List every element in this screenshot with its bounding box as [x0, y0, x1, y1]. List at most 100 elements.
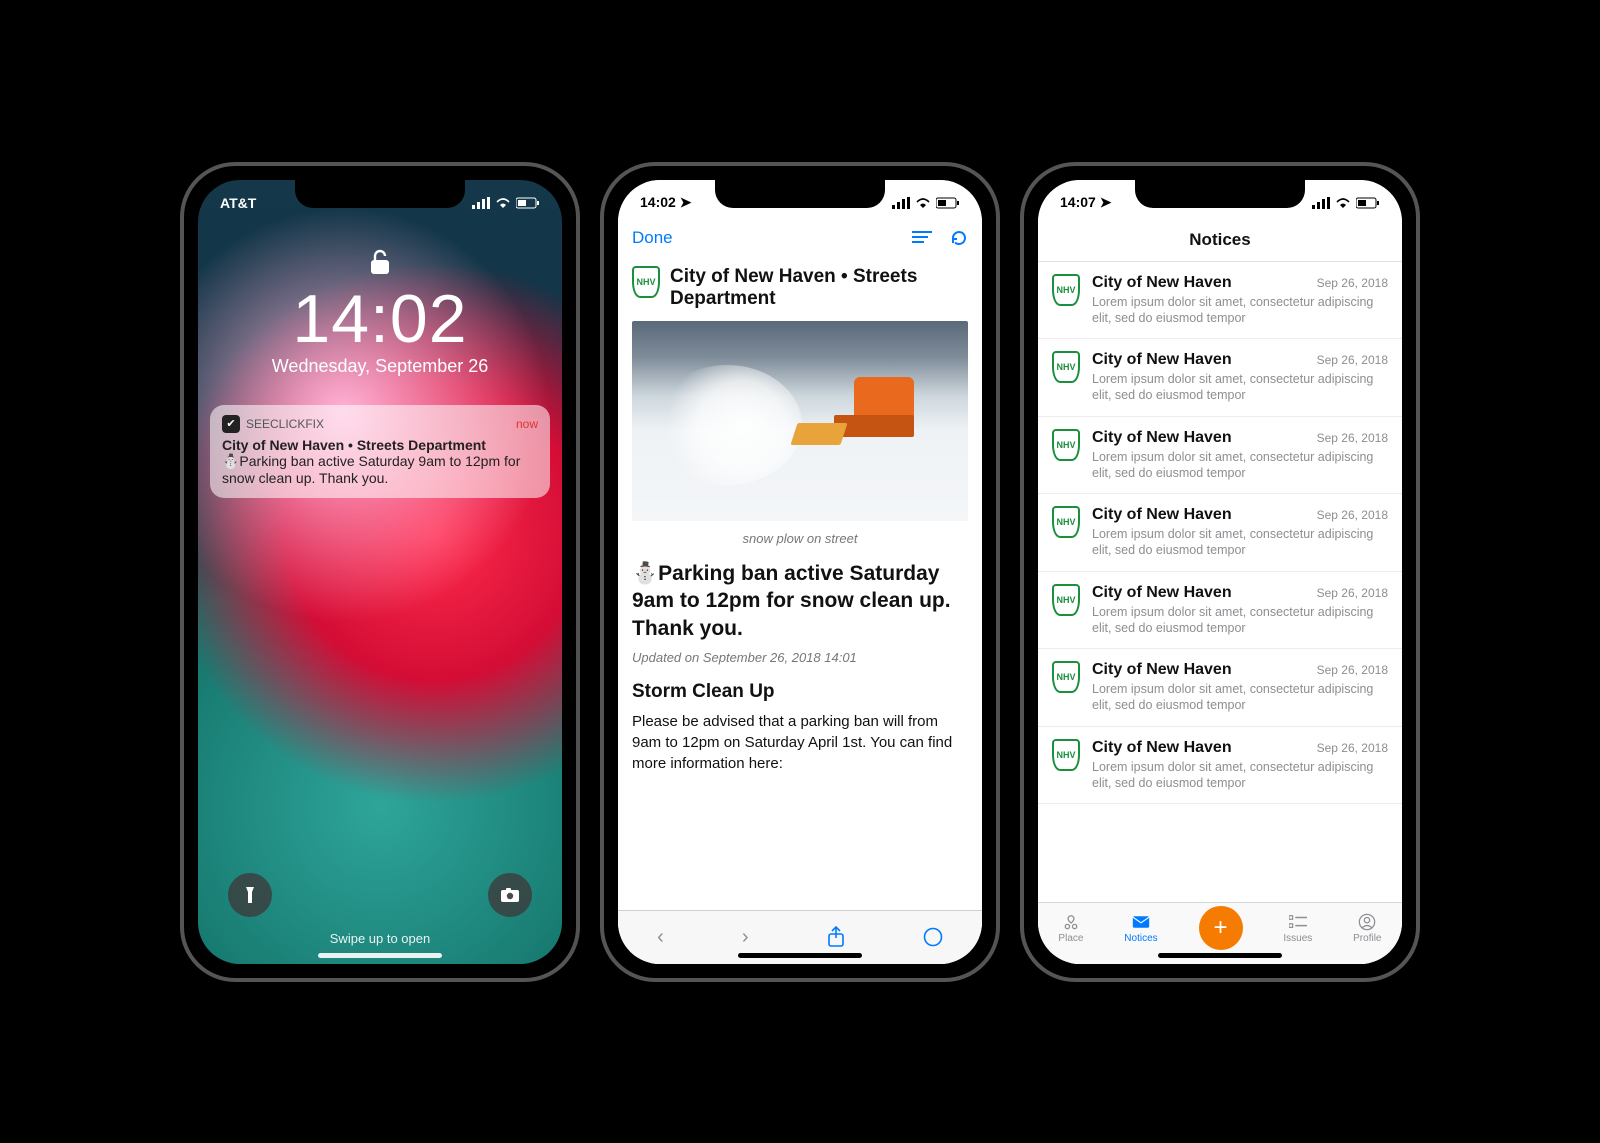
- notice-title: City of New Haven: [1092, 274, 1232, 292]
- org-badge-icon: NHV: [1052, 506, 1080, 538]
- share-icon[interactable]: [827, 926, 845, 948]
- tab-notices-label: Notices: [1124, 933, 1157, 944]
- notice-row[interactable]: NHV City of New Haven Sep 26, 2018 Lorem ip…: [1038, 727, 1402, 805]
- article-subhead: Storm Clean Up: [632, 681, 968, 711]
- tab-place[interactable]: Place: [1058, 913, 1083, 944]
- article-updated: Updated on September 26, 2018 14:01: [632, 642, 968, 681]
- notice-body: Lorem ipsum dolor sit amet, consectetur …: [1092, 681, 1388, 714]
- notification-app-name: SEECLICKFIX: [246, 417, 324, 431]
- notice-row[interactable]: NHV City of New Haven Sep 26, 2018 Lorem ip…: [1038, 262, 1402, 340]
- device-notch: [1135, 180, 1305, 208]
- notice-date: Sep 26, 2018: [1317, 741, 1388, 755]
- lockscreen-notification[interactable]: ✔︎ SEECLICKFIX now City of New Haven • S…: [210, 405, 550, 498]
- notice-date: Sep 26, 2018: [1317, 276, 1388, 290]
- lock-time: 14:02: [292, 280, 467, 358]
- notice-title: City of New Haven: [1092, 506, 1232, 524]
- flashlight-button[interactable]: [228, 873, 272, 917]
- notification-body: ⛄Parking ban active Saturday 9am to 12pm…: [222, 453, 538, 488]
- org-badge-icon: NHV: [1052, 739, 1080, 771]
- tab-issues[interactable]: Issues: [1283, 913, 1312, 944]
- notice-title: City of New Haven: [1092, 351, 1232, 369]
- notice-date: Sep 26, 2018: [1317, 431, 1388, 445]
- location-icon: ➤: [1100, 194, 1112, 210]
- lock-date: Wednesday, September 26: [272, 356, 488, 377]
- home-indicator[interactable]: [318, 953, 442, 958]
- phone-article: 14:02 ➤ Done NHV City of New Haven • Str…: [600, 162, 1000, 982]
- status-time: 14:02 ➤: [640, 194, 691, 211]
- tab-add-button[interactable]: +: [1199, 906, 1243, 950]
- status-time: 14:07 ➤: [1060, 194, 1111, 211]
- notification-app-icon: ✔︎: [222, 415, 240, 433]
- image-caption: snow plow on street: [632, 521, 968, 560]
- refresh-icon[interactable]: [950, 229, 968, 247]
- notice-row[interactable]: NHV City of New Haven Sep 26, 2018 Lorem ip…: [1038, 572, 1402, 650]
- notice-title: City of New Haven: [1092, 739, 1232, 757]
- notice-row[interactable]: NHV City of New Haven Sep 26, 2018 Lorem ip…: [1038, 339, 1402, 417]
- notice-title: City of New Haven: [1092, 584, 1232, 602]
- done-button[interactable]: Done: [632, 228, 673, 248]
- list-icon[interactable]: [912, 231, 932, 245]
- unlock-icon: [369, 248, 391, 276]
- article-paragraph: Please be advised that a parking ban wil…: [632, 711, 968, 774]
- tab-notices[interactable]: Notices: [1124, 913, 1157, 944]
- notice-body: Lorem ipsum dolor sit amet, consectetur …: [1092, 526, 1388, 559]
- device-notch: [295, 180, 465, 208]
- place-icon: [1062, 913, 1080, 931]
- notice-body: Lorem ipsum dolor sit amet, consectetur …: [1092, 759, 1388, 792]
- notice-row[interactable]: NHV City of New Haven Sep 26, 2018 Lorem ip…: [1038, 417, 1402, 495]
- swipe-up-hint: Swipe up to open: [330, 931, 430, 946]
- phone-notices: 14:07 ➤ Notices NHV City of New Haven Sep …: [1020, 162, 1420, 982]
- notice-row[interactable]: NHV City of New Haven Sep 26, 2018 Lorem ip…: [1038, 494, 1402, 572]
- org-title: City of New Haven • Streets Department: [670, 266, 968, 312]
- notice-row[interactable]: NHV City of New Haven Sep 26, 2018 Lorem ip…: [1038, 649, 1402, 727]
- notice-title: City of New Haven: [1092, 429, 1232, 447]
- org-badge-icon: NHV: [632, 266, 660, 298]
- home-indicator[interactable]: [1158, 953, 1282, 958]
- signal-icon: [892, 197, 910, 209]
- envelope-icon: [1132, 913, 1150, 931]
- profile-icon: [1358, 913, 1376, 931]
- battery-icon: [516, 197, 540, 209]
- issues-icon: [1289, 913, 1307, 931]
- tab-place-label: Place: [1058, 933, 1083, 944]
- notice-date: Sep 26, 2018: [1317, 663, 1388, 677]
- tab-issues-label: Issues: [1283, 933, 1312, 944]
- page-title: Notices: [1038, 220, 1402, 262]
- notice-body: Lorem ipsum dolor sit amet, consectetur …: [1092, 604, 1388, 637]
- notice-title: City of New Haven: [1092, 661, 1232, 679]
- battery-icon: [1356, 197, 1380, 209]
- tab-profile-label: Profile: [1353, 933, 1381, 944]
- location-icon: ➤: [680, 194, 692, 210]
- carrier-label: AT&T: [220, 195, 256, 211]
- back-icon[interactable]: ‹: [657, 926, 664, 949]
- notice-date: Sep 26, 2018: [1317, 508, 1388, 522]
- org-badge-icon: NHV: [1052, 274, 1080, 306]
- forward-icon[interactable]: ›: [742, 926, 749, 949]
- notification-time: now: [516, 417, 538, 431]
- wifi-icon: [495, 197, 511, 209]
- notice-body: Lorem ipsum dolor sit amet, consectetur …: [1092, 294, 1388, 327]
- signal-icon: [1312, 197, 1330, 209]
- org-badge-icon: NHV: [1052, 351, 1080, 383]
- notification-title: City of New Haven • Streets Department: [222, 437, 538, 453]
- notice-body: Lorem ipsum dolor sit amet, consectetur …: [1092, 449, 1388, 482]
- article-headline: ⛄Parking ban active Saturday 9am to 12pm…: [632, 560, 968, 642]
- battery-icon: [936, 197, 960, 209]
- notice-date: Sep 26, 2018: [1317, 586, 1388, 600]
- wifi-icon: [1335, 197, 1351, 209]
- notice-date: Sep 26, 2018: [1317, 353, 1388, 367]
- tab-profile[interactable]: Profile: [1353, 913, 1381, 944]
- org-badge-icon: NHV: [1052, 584, 1080, 616]
- notice-body: Lorem ipsum dolor sit amet, consectetur …: [1092, 371, 1388, 404]
- signal-icon: [472, 197, 490, 209]
- notices-list[interactable]: NHV City of New Haven Sep 26, 2018 Lorem ip…: [1038, 262, 1402, 902]
- safari-icon[interactable]: [923, 927, 943, 947]
- device-notch: [715, 180, 885, 208]
- camera-button[interactable]: [488, 873, 532, 917]
- org-badge-icon: NHV: [1052, 429, 1080, 461]
- home-indicator[interactable]: [738, 953, 862, 958]
- phone-lockscreen: AT&T 14:02 Wednesday, September 26: [180, 162, 580, 982]
- org-badge-icon: NHV: [1052, 661, 1080, 693]
- nav-bar: Done: [618, 220, 982, 256]
- article-image: [632, 321, 968, 521]
